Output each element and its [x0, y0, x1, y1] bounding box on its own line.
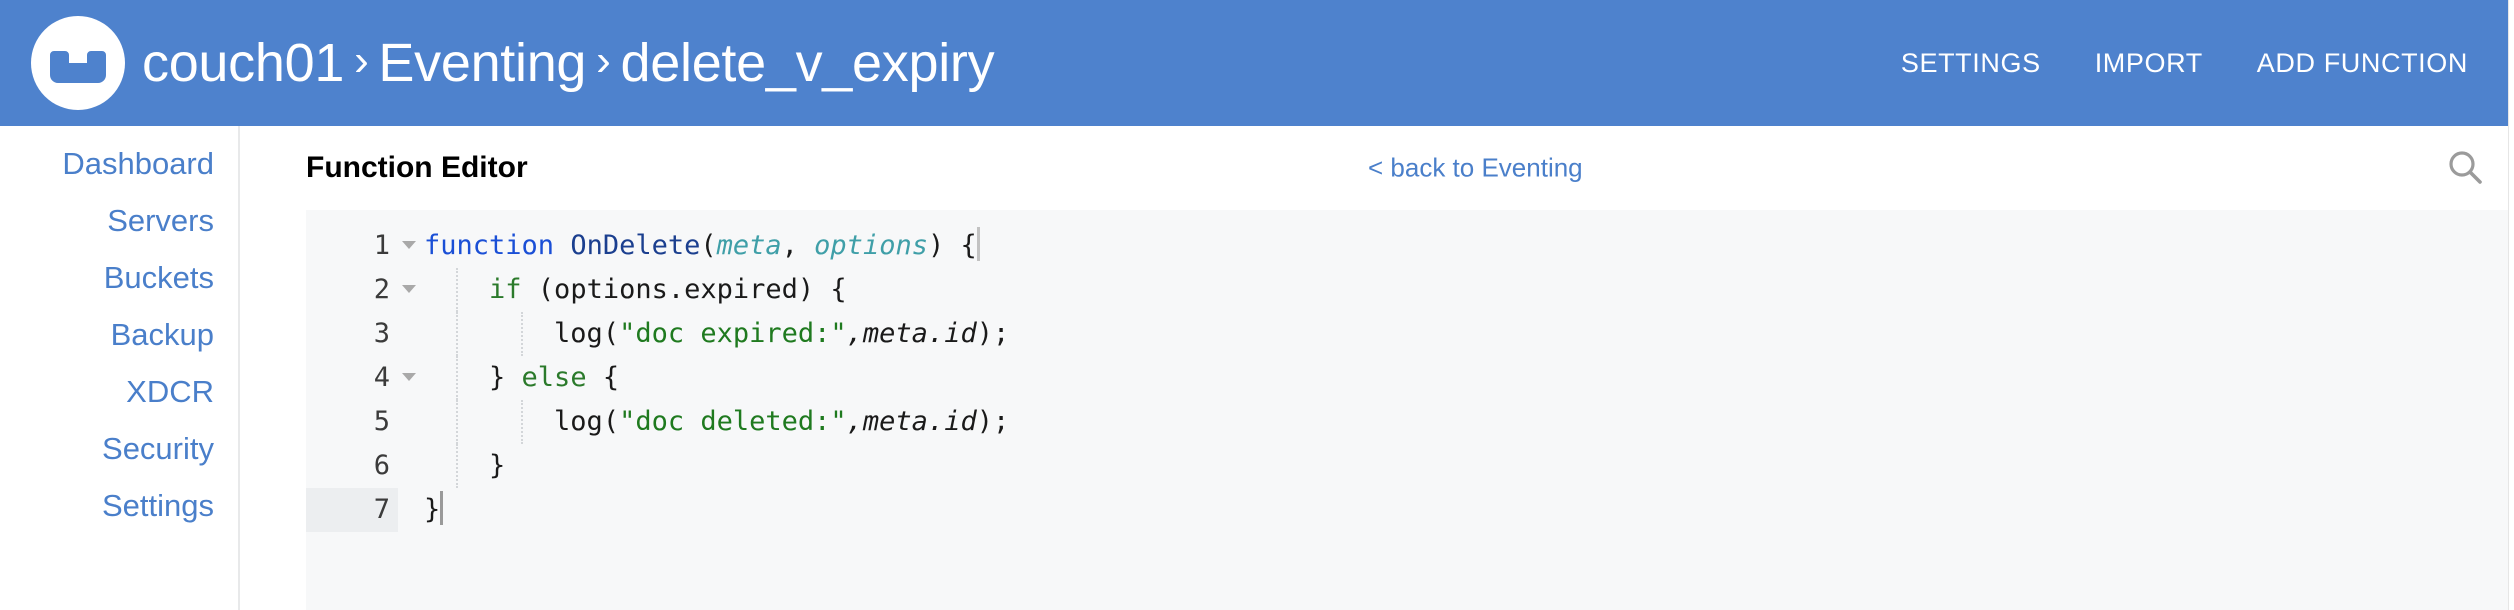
line-number: 4 — [306, 356, 416, 400]
code-line-text: log("doc deleted:",meta.id); — [398, 400, 2514, 444]
code-line[interactable]: 2 if (options.expired) { — [306, 268, 2514, 312]
token-brace: { — [960, 230, 977, 261]
indent-guide — [456, 312, 458, 356]
token-call: log( — [554, 406, 620, 437]
code-line[interactable]: 3 log("doc expired:",meta.id); — [306, 312, 2514, 356]
code-editor[interactable]: 1 function OnDelete(meta, options) { 2 i… — [306, 210, 2514, 610]
eventing-function-editor-page: couch01 › Eventing › delete_v_expiry SET… — [0, 0, 2514, 610]
breadcrumb-item-function[interactable]: delete_v_expiry — [621, 36, 995, 90]
top-nav-actions: SETTINGS IMPORT ADD FUNCTION — [1901, 48, 2484, 79]
brace-match-marker — [976, 227, 980, 261]
code-line[interactable]: 6 } — [306, 444, 2514, 488]
add-function-button[interactable]: ADD FUNCTION — [2257, 48, 2468, 79]
code-line-text: } — [398, 488, 2514, 532]
token-keyword: else — [521, 362, 587, 393]
line-number: 6 — [373, 450, 390, 481]
token-punct: ); — [976, 406, 1010, 437]
couchbase-logo-icon — [28, 13, 128, 113]
main-content: Function Editor < back to Eventing 1 fun… — [240, 126, 2514, 610]
sidebar-item-servers[interactable]: Servers — [107, 205, 238, 236]
sidebar-nav: Dashboard Servers Buckets Backup XDCR Se… — [0, 126, 240, 610]
token-arg: ,meta.id — [846, 406, 977, 437]
sidebar-item-dashboard[interactable]: Dashboard — [62, 148, 238, 179]
indent-guide — [521, 400, 523, 444]
breadcrumb: couch01 › Eventing › delete_v_expiry — [142, 36, 995, 90]
breadcrumb-separator-icon: › — [354, 36, 369, 85]
window-right-edge — [2508, 0, 2514, 610]
code-line-text: log("doc expired:",meta.id); — [398, 312, 2514, 356]
token-function-name: OnDelete — [570, 230, 701, 261]
indent-guide — [456, 268, 458, 312]
code-line-text: } else { — [398, 356, 2514, 400]
token-brace: } — [489, 450, 506, 481]
code-line[interactable]: 1 function OnDelete(meta, options) { — [306, 224, 2514, 268]
token-punct: ) — [927, 230, 961, 261]
token-call: log( — [554, 318, 620, 349]
token-punct: ); — [976, 318, 1010, 349]
line-number: 1 — [306, 224, 416, 268]
line-number: 5 — [373, 406, 390, 437]
token-brace: { — [586, 362, 620, 393]
sidebar-item-backup[interactable]: Backup — [111, 319, 238, 350]
token-param: meta — [716, 230, 782, 261]
search-icon[interactable] — [2444, 147, 2486, 189]
token-keyword: if — [489, 274, 522, 305]
back-to-eventing-link[interactable]: < back to Eventing — [1368, 153, 1583, 184]
sidebar-item-security[interactable]: Security — [102, 433, 238, 464]
token-string: "doc expired:" — [619, 318, 847, 349]
token-punct: , — [781, 230, 815, 261]
page-title: Function Editor — [306, 151, 528, 184]
token-keyword: function — [424, 230, 555, 261]
token-arg: ,meta.id — [846, 318, 977, 349]
line-number: 7 — [306, 488, 398, 532]
code-editor-lines: 1 function OnDelete(meta, options) { 2 i… — [306, 210, 2514, 532]
token-brace: } — [489, 362, 522, 393]
sidebar-item-buckets[interactable]: Buckets — [104, 262, 238, 293]
indent-guide — [456, 356, 458, 400]
indent-guide — [521, 312, 523, 356]
breadcrumb-item-eventing[interactable]: Eventing — [378, 36, 586, 90]
breadcrumb-separator-icon: › — [596, 36, 611, 85]
text-cursor — [440, 491, 444, 525]
token-rest: (options.expired) { — [521, 274, 847, 305]
token-brace: } — [424, 494, 441, 525]
top-header-bar: couch01 › Eventing › delete_v_expiry SET… — [0, 0, 2514, 126]
code-line[interactable]: 5 log("doc deleted:",meta.id); — [306, 400, 2514, 444]
indent-guide — [456, 400, 458, 444]
code-line-text: function OnDelete(meta, options) { — [398, 224, 2514, 268]
code-line-text: } — [398, 444, 2514, 488]
brand-breadcrumb-group: couch01 › Eventing › delete_v_expiry — [28, 13, 995, 113]
line-number: 2 — [306, 268, 416, 312]
sidebar-item-xdcr[interactable]: XDCR — [126, 376, 238, 407]
settings-button[interactable]: SETTINGS — [1901, 48, 2041, 79]
token-punct: ( — [700, 230, 717, 261]
token-string: "doc deleted:" — [619, 406, 847, 437]
code-line-text: if (options.expired) { — [398, 268, 2514, 312]
indent-guide — [456, 444, 458, 488]
line-number: 3 — [373, 318, 390, 349]
code-line[interactable]: 4 } else { — [306, 356, 2514, 400]
breadcrumb-item-cluster[interactable]: couch01 — [142, 36, 344, 90]
token-param: options — [814, 230, 928, 261]
sidebar-item-settings[interactable]: Settings — [102, 490, 238, 521]
code-line-active[interactable]: 7 } — [306, 488, 2514, 532]
import-button[interactable]: IMPORT — [2095, 48, 2203, 79]
editor-header-row: Function Editor < back to Eventing — [240, 126, 2514, 210]
page-body: Dashboard Servers Buckets Backup XDCR Se… — [0, 126, 2514, 610]
